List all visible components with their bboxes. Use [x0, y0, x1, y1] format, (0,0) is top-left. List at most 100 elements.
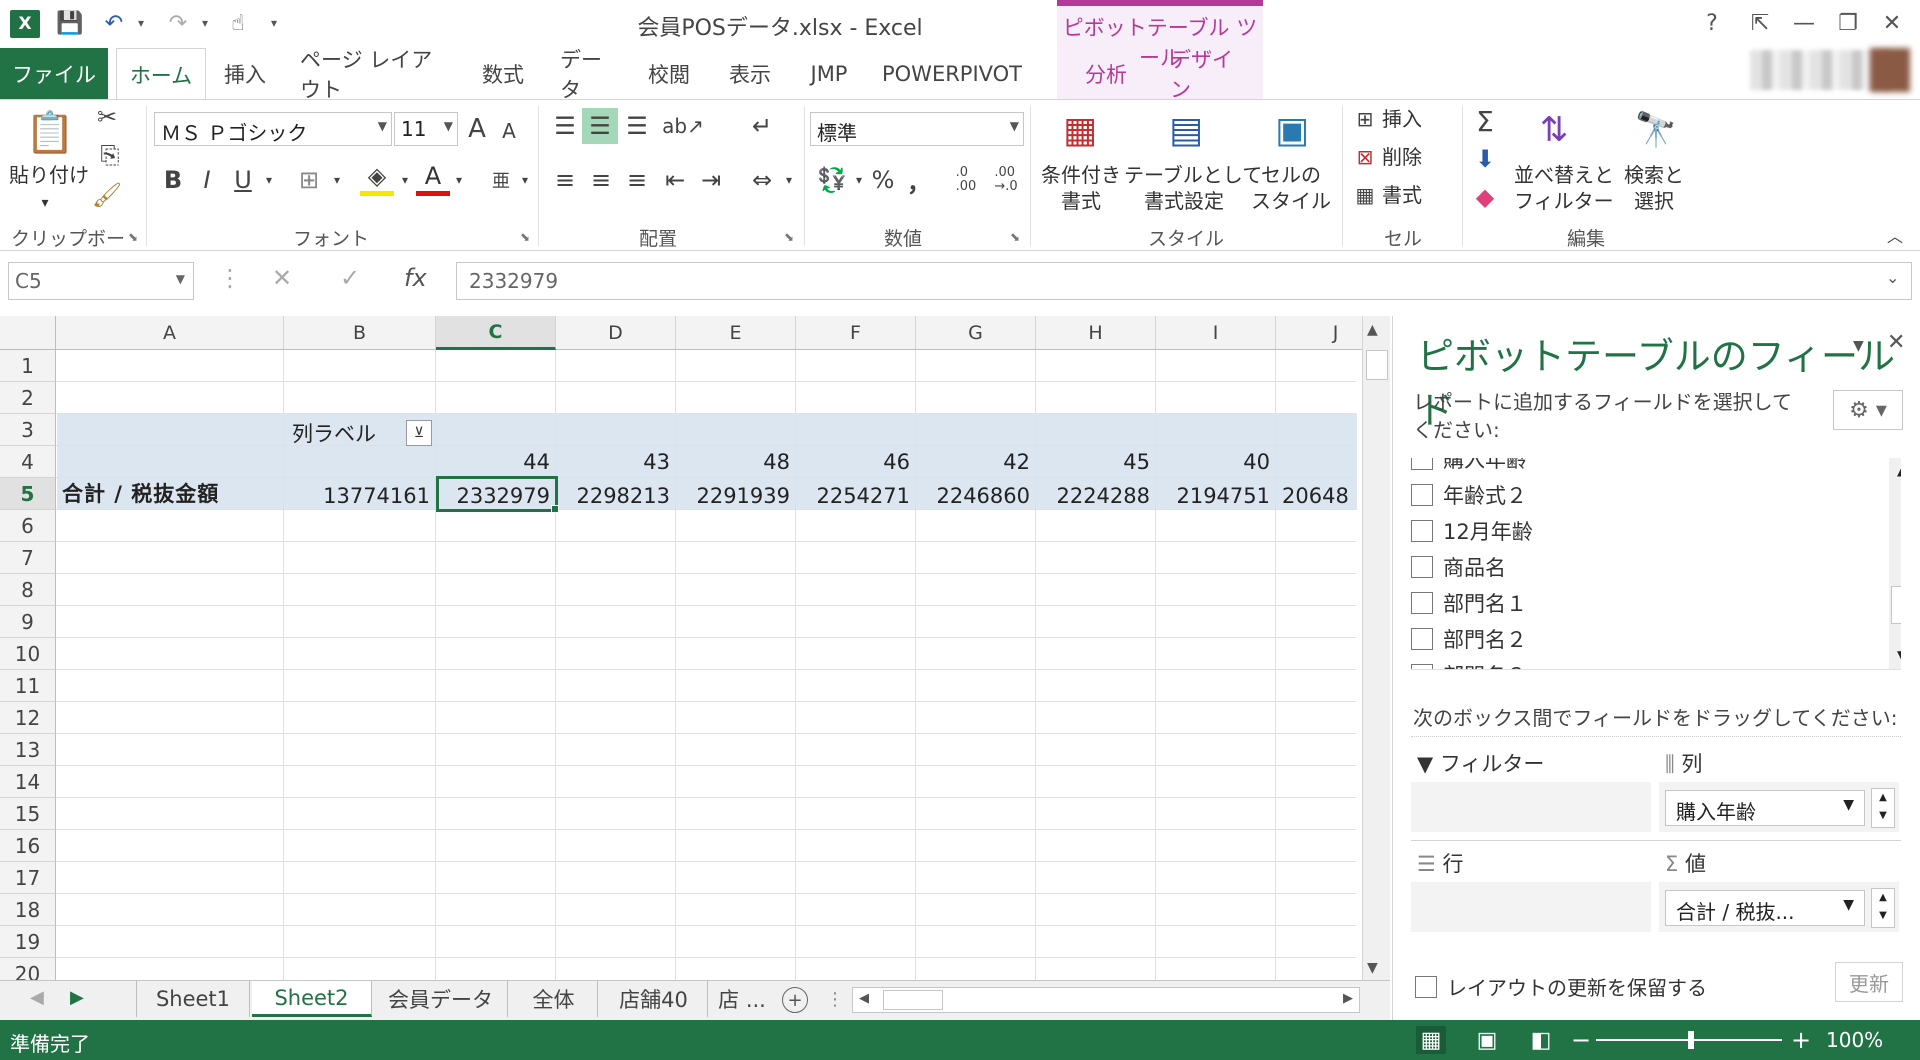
- insert-function-icon[interactable]: fx: [404, 264, 427, 292]
- underline-button[interactable]: U: [228, 162, 258, 198]
- field-list-scrollbar[interactable]: ▲ ▼: [1889, 458, 1901, 669]
- value-cell[interactable]: 2254271: [796, 484, 910, 508]
- ribbon-display-icon[interactable]: ⇱: [1740, 8, 1780, 38]
- decrease-indent-icon[interactable]: ⇤: [658, 162, 692, 198]
- filter-dropdown-button[interactable]: ⊻: [406, 420, 432, 446]
- rows-zone[interactable]: ☰ 行: [1411, 842, 1655, 938]
- currency-format-icon[interactable]: 💱: [812, 162, 852, 198]
- page-break-view-icon[interactable]: ◧: [1526, 1026, 1556, 1054]
- tab-review[interactable]: 校閲: [632, 48, 706, 100]
- field-item[interactable]: 部門名１: [1411, 588, 1527, 618]
- scroll-right-icon[interactable]: ▶: [1343, 991, 1353, 1006]
- collapse-ribbon-icon[interactable]: ︿: [1880, 220, 1910, 250]
- number-format-combo[interactable]: 標準 ▼: [810, 112, 1024, 146]
- cell-styles-icon[interactable]: ▣: [1264, 102, 1320, 158]
- vertical-scrollbar[interactable]: ▲ ▼: [1362, 316, 1390, 980]
- columns-field-chip[interactable]: 購入年齢 ▼: [1665, 790, 1865, 826]
- scroll-up-icon[interactable]: ▲: [1367, 322, 1378, 338]
- align-bottom-icon[interactable]: ☰: [620, 108, 654, 144]
- expand-formula-icon[interactable]: ⌄: [1886, 268, 1899, 287]
- row-header-5[interactable]: 5: [0, 478, 56, 510]
- sheet-tab-store40[interactable]: 店舗40: [600, 981, 708, 1017]
- align-middle-icon[interactable]: ☰: [582, 108, 618, 144]
- row-header-7[interactable]: 7: [0, 542, 56, 574]
- row-header-13[interactable]: 13: [0, 734, 56, 766]
- zoom-level[interactable]: 100%: [1826, 1028, 1883, 1052]
- fill-icon[interactable]: ⬇: [1468, 142, 1502, 176]
- column-header-e[interactable]: E: [676, 316, 796, 350]
- column-header-b[interactable]: B: [284, 316, 436, 350]
- values-drop-area[interactable]: 合計 / 税抜... ▼ ▲ ▼: [1659, 882, 1899, 932]
- number-launcher-icon[interactable]: ⬊: [1010, 230, 1020, 244]
- column-label-cell[interactable]: 40: [1156, 450, 1270, 474]
- align-right-icon[interactable]: ≡: [620, 162, 654, 198]
- grow-font-icon[interactable]: A: [462, 112, 492, 146]
- field-checkbox[interactable]: [1411, 520, 1433, 542]
- tab-view[interactable]: 表示: [712, 48, 788, 100]
- insert-cells-icon[interactable]: ⊞: [1350, 104, 1380, 134]
- prev-sheet-icon[interactable]: ◀: [30, 987, 44, 1008]
- tab-insert[interactable]: 挿入: [208, 48, 282, 100]
- font-name-combo[interactable]: ＭＳ Ｐゴシック ▼: [154, 112, 392, 146]
- defer-layout-update[interactable]: レイアウトの更新を保留する: [1415, 972, 1707, 1001]
- currency-dropdown-icon[interactable]: ▾: [852, 162, 866, 198]
- wrap-text-icon[interactable]: ↵: [744, 108, 780, 144]
- zoom-slider-thumb[interactable]: [1688, 1031, 1694, 1049]
- font-color-icon[interactable]: A: [416, 160, 450, 196]
- format-cells-button[interactable]: 書式: [1382, 182, 1454, 208]
- columns-drop-area[interactable]: 購入年齢 ▼ ▲ ▼: [1659, 782, 1899, 832]
- values-field-chip[interactable]: 合計 / 税抜... ▼: [1665, 890, 1865, 926]
- normal-view-icon[interactable]: ▦: [1416, 1026, 1446, 1054]
- cancel-icon[interactable]: ✕: [272, 264, 292, 292]
- tab-file[interactable]: ファイル: [0, 48, 108, 100]
- columns-zone[interactable]: ⫼ 列 購入年齢 ▼ ▲ ▼: [1659, 742, 1903, 838]
- conditional-formatting-button[interactable]: 条件付き 書式: [1036, 162, 1126, 214]
- undo-icon[interactable]: ↶: [96, 8, 132, 38]
- underline-dropdown-icon[interactable]: ▾: [262, 162, 276, 198]
- row-header-3[interactable]: 3: [0, 414, 56, 446]
- value-cell[interactable]: 2246860: [916, 484, 1030, 508]
- row-header-6[interactable]: 6: [0, 510, 56, 542]
- filters-drop-area[interactable]: [1411, 782, 1651, 832]
- paste-icon[interactable]: 📋: [22, 104, 78, 160]
- field-checkbox[interactable]: [1411, 592, 1433, 614]
- delete-cells-button[interactable]: 削除: [1382, 144, 1454, 170]
- rows-drop-area[interactable]: [1411, 882, 1651, 932]
- column-label-cell[interactable]: 42: [916, 450, 1030, 474]
- zoom-in-icon[interactable]: +: [1786, 1026, 1816, 1054]
- tab-jmp[interactable]: JMP: [794, 48, 864, 100]
- tab-formulas[interactable]: 数式: [466, 48, 540, 100]
- column-label-cell[interactable]: 48: [676, 450, 790, 474]
- touch-mode-icon[interactable]: ☝: [220, 8, 256, 38]
- row-header-19[interactable]: 19: [0, 926, 56, 958]
- column-label-cell[interactable]: 43: [556, 450, 670, 474]
- add-sheet-icon[interactable]: +: [782, 987, 808, 1013]
- excel-logo-icon[interactable]: X: [10, 10, 40, 38]
- field-checkbox[interactable]: [1411, 664, 1433, 669]
- pane-close-icon[interactable]: ✕: [1887, 330, 1905, 355]
- worksheet-grid[interactable]: ABCDEFGHIJ 1 2 3 4 5 6 7 8 9 10 11 12 13 14 15 16 17 18 19…: [0, 316, 1362, 980]
- sort-filter-icon[interactable]: ⇅: [1526, 102, 1582, 158]
- pane-menu-icon[interactable]: ▼: [1853, 338, 1864, 354]
- column-label-cell[interactable]: 45: [1036, 450, 1150, 474]
- gear-icon[interactable]: ⚙ ▾: [1833, 390, 1903, 430]
- filters-zone[interactable]: ▼ フィルター: [1411, 742, 1655, 838]
- percent-style-button[interactable]: %: [868, 162, 898, 198]
- sheet-tab-all[interactable]: 全体: [510, 981, 598, 1017]
- scroll-up-icon[interactable]: ▲: [1897, 464, 1901, 478]
- value-cell[interactable]: 2291939: [676, 484, 790, 508]
- italic-button[interactable]: I: [192, 162, 222, 198]
- column-header-g[interactable]: G: [916, 316, 1036, 350]
- help-icon[interactable]: ?: [1692, 8, 1732, 38]
- zone-scroll-buttons[interactable]: ▲ ▼: [1871, 888, 1895, 928]
- shrink-font-icon[interactable]: A: [494, 116, 524, 146]
- sheet-tab-more[interactable]: 店 ...: [710, 981, 774, 1017]
- splitter-icon[interactable]: ⋮: [826, 989, 844, 1010]
- binoculars-icon[interactable]: 🔭: [1628, 102, 1684, 158]
- update-button[interactable]: 更新: [1835, 962, 1903, 1002]
- orientation-icon[interactable]: ab↗: [660, 108, 706, 144]
- tab-powerpivot[interactable]: POWERPIVOT: [872, 48, 1032, 100]
- increase-decimal-icon[interactable]: .0 .00: [948, 162, 984, 198]
- minimize-icon[interactable]: —: [1784, 8, 1824, 38]
- format-as-table-button[interactable]: テーブルとして 書式設定: [1124, 162, 1262, 214]
